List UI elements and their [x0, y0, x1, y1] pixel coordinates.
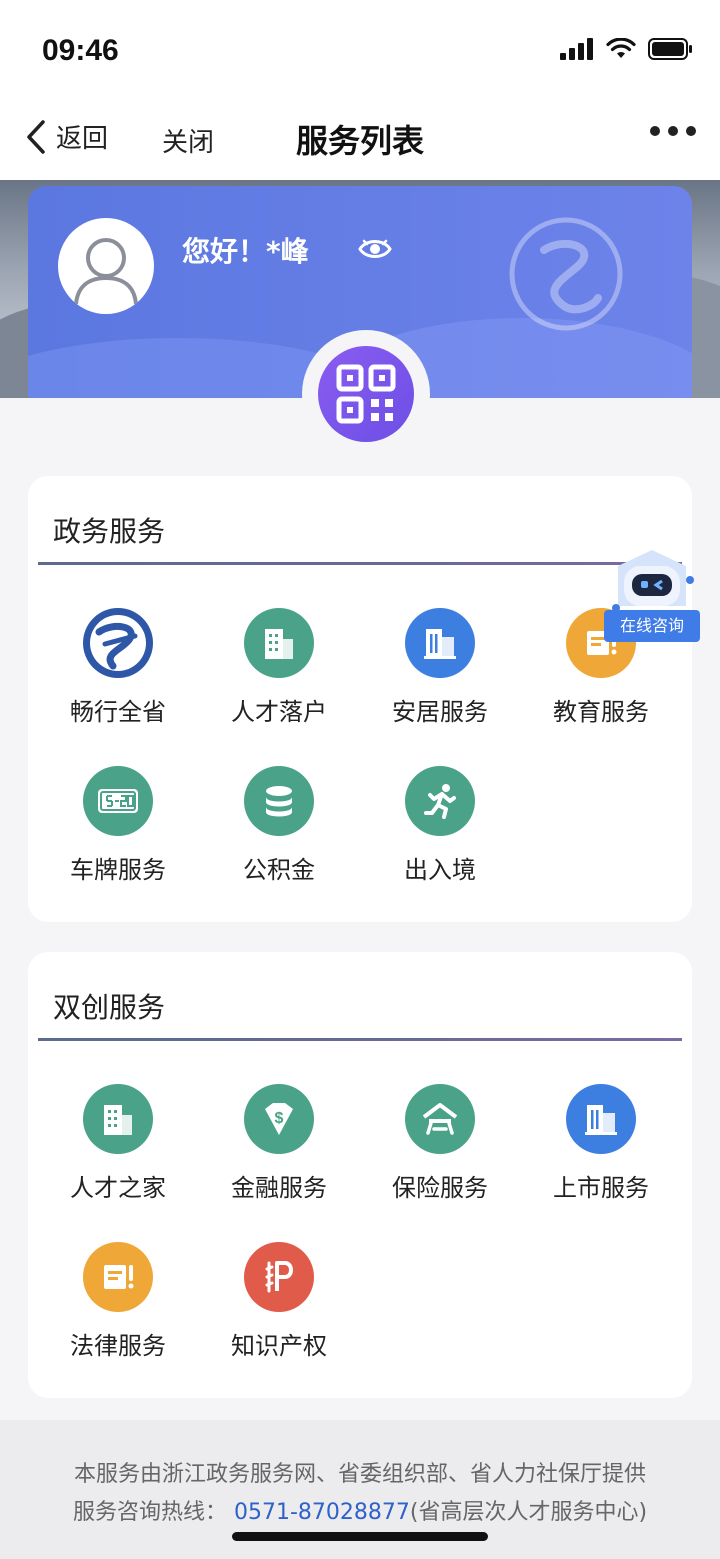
- online-consult-label: 在线咨询: [604, 610, 700, 642]
- service-label: 车牌服务: [70, 856, 166, 884]
- service-label: 法律服务: [70, 1332, 166, 1360]
- service-item[interactable]: 知识产权: [199, 1242, 359, 1361]
- greeting-text: 您好！*峰: [182, 235, 309, 268]
- more-dot-icon: [668, 126, 678, 136]
- battery-icon: [648, 38, 692, 60]
- section-title: 双创服务: [53, 991, 166, 1024]
- service-label: 公积金: [243, 856, 315, 884]
- service-label: 人才落户: [231, 698, 327, 726]
- section-card-entrepreneurship: 双创服务 人才之家 $ 金融服务 保险服务 上市服务 法律服务 知识产权: [28, 952, 692, 1398]
- service-label: 金融服务: [231, 1174, 327, 1202]
- service-label: 畅行全省: [70, 698, 166, 726]
- apartment-icon: [566, 1084, 636, 1154]
- more-menu-button[interactable]: [650, 126, 696, 136]
- svg-text:$: $: [275, 1110, 284, 1127]
- service-label: 保险服务: [392, 1174, 488, 1202]
- footer-provider-text: 本服务由浙江政务服务网、省委组织部、省人力社保厅提供: [73, 1462, 646, 1487]
- section-divider: [38, 562, 682, 565]
- footer-hotline: 服务咨询热线： 0571-87028877(省高层次人才服务中心): [0, 1494, 720, 1526]
- signal-icon: [560, 38, 593, 60]
- service-item[interactable]: 人才落户: [199, 608, 359, 727]
- service-item[interactable]: 出入境: [360, 766, 520, 885]
- service-item[interactable]: 畅行全省: [38, 608, 198, 727]
- service-label: 安居服务: [392, 698, 488, 726]
- status-icons: [560, 38, 694, 60]
- service-label: 人才之家: [70, 1174, 166, 1202]
- dollar-diamond-icon: $: [244, 1084, 314, 1154]
- more-dot-icon: [650, 126, 660, 136]
- close-button[interactable]: 关闭: [162, 122, 214, 159]
- coins-icon: [244, 766, 314, 836]
- status-bar: 09:46: [0, 0, 720, 96]
- service-item[interactable]: 公积金: [199, 766, 359, 885]
- service-label: 上市服务: [553, 1174, 649, 1202]
- service-item[interactable]: 人才之家: [38, 1084, 198, 1203]
- service-label: 知识产权: [231, 1332, 327, 1360]
- hotline-phone-link[interactable]: 0571-87028877: [234, 1500, 410, 1525]
- status-time: 09:46: [42, 34, 119, 67]
- section-title: 政务服务: [53, 515, 166, 548]
- eye-icon[interactable]: [358, 236, 392, 262]
- back-label: 返回: [56, 124, 109, 154]
- user-avatar-icon: [74, 238, 138, 305]
- service-label: 教育服务: [553, 698, 649, 726]
- wifi-icon: [606, 38, 636, 58]
- section-divider: [38, 1038, 682, 1041]
- shelter-icon: [405, 1084, 475, 1154]
- more-dot-icon: [686, 126, 696, 136]
- service-item[interactable]: 法律服务: [38, 1242, 198, 1361]
- ip-icon: [244, 1242, 314, 1312]
- building-icon: [244, 608, 314, 678]
- avatar[interactable]: [58, 218, 154, 314]
- robot-icon: [612, 550, 694, 612]
- license-plate-icon: [83, 766, 153, 836]
- hotline-suffix: (省高层次人才服务中心): [409, 1500, 648, 1525]
- building-icon: [83, 1084, 153, 1154]
- service-item[interactable]: 保险服务: [360, 1084, 520, 1203]
- nav-bar: 返回 关闭 服务列表: [0, 96, 720, 180]
- qr-code-button[interactable]: [318, 346, 414, 442]
- section-card-government: 政务服务 畅行全省 人才落户 安居服务 教育服务 车牌服务 公积金 出入境: [28, 476, 692, 922]
- chevron-left-icon: [27, 119, 45, 154]
- running-person-icon: [405, 766, 475, 836]
- apartment-icon: [405, 608, 475, 678]
- legal-notice-icon: [83, 1242, 153, 1312]
- service-item[interactable]: 上市服务: [521, 1084, 681, 1203]
- back-button[interactable]: 返回: [24, 118, 108, 155]
- service-label: 出入境: [404, 856, 476, 884]
- hotline-prefix: 服务咨询热线：: [72, 1500, 227, 1525]
- zhejiang-logo-icon: [83, 608, 153, 678]
- service-item[interactable]: $ 金融服务: [199, 1084, 359, 1203]
- zhejiang-watermark-logo: [509, 217, 623, 331]
- home-indicator[interactable]: [232, 1532, 488, 1541]
- online-consult-button[interactable]: 在线咨询: [604, 548, 704, 646]
- qr-code-icon: [336, 364, 396, 424]
- service-item[interactable]: 安居服务: [360, 608, 520, 727]
- service-item[interactable]: 车牌服务: [38, 766, 198, 885]
